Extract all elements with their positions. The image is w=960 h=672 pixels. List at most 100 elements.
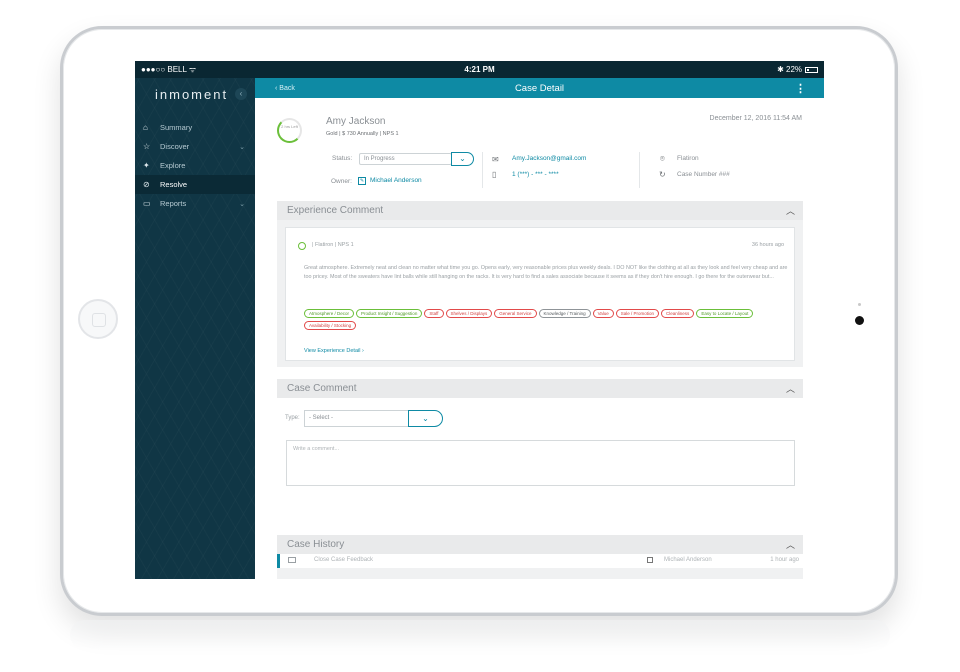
- experience-card: | Flatiron | NPS 1 36 hours ago Great at…: [285, 227, 795, 361]
- comment-textarea[interactable]: Write a comment...: [286, 440, 795, 486]
- time-left-label: 2 hrs Left: [281, 124, 298, 129]
- user-icon: [647, 557, 653, 563]
- folder-icon: ▭: [143, 199, 151, 208]
- history-time: 1 hour ago: [770, 557, 799, 563]
- view-experience-detail-link[interactable]: View Experience Detail ›: [304, 348, 364, 354]
- check-circle-icon: ⊘: [143, 180, 150, 189]
- panel-header[interactable]: Experience Comment ︿: [277, 201, 803, 220]
- chevron-down-icon[interactable]: ⌄: [451, 152, 474, 166]
- carrier-label: ●●●○○ BELL ᯤ: [141, 65, 197, 74]
- tag[interactable]: Atmosphere / Decor: [304, 309, 355, 318]
- tag[interactable]: Sale / Promotion: [615, 309, 660, 318]
- back-button[interactable]: ‹ Back: [275, 85, 295, 92]
- sidebar-item-label: Summary: [160, 123, 193, 132]
- experience-meta: | Flatiron | NPS 1: [312, 242, 354, 248]
- divider: [639, 152, 640, 188]
- tag[interactable]: General Service: [494, 309, 537, 318]
- history-row[interactable]: Close Case Feedback Michael Anderson 1 h…: [277, 554, 803, 568]
- clock: 4:21 PM: [464, 65, 495, 74]
- sidebar-item-resolve[interactable]: ⊘ Resolve: [135, 175, 255, 194]
- comment-icon: [288, 557, 296, 563]
- brand-logo: inmoment: [155, 86, 229, 102]
- customer-email[interactable]: Amy.Jackson@gmail.com: [512, 155, 586, 162]
- more-menu-icon[interactable]: ⋮: [795, 82, 806, 95]
- refresh-icon: ↻: [659, 170, 666, 179]
- divider: [482, 152, 483, 188]
- app-bar: ‹ Back Case Detail ⋮: [255, 78, 824, 98]
- page-title: Case Detail: [514, 82, 565, 94]
- battery-indicator: ✱ 22%: [592, 65, 819, 74]
- case-number: Case Number ###: [677, 171, 730, 178]
- case-comment-body: Type: - Select - ⌄ Write a comment...: [277, 398, 803, 520]
- ipad-sensor: [858, 303, 861, 306]
- phone-icon: ▯: [492, 170, 497, 179]
- owner-label: Owner:: [331, 178, 352, 185]
- experience-time: 36 hours ago: [751, 242, 784, 248]
- panel-title: Case Comment: [287, 383, 357, 394]
- location-text: Flatiron: [677, 155, 699, 162]
- customer-phone[interactable]: 1 (***) - *** - ****: [512, 171, 559, 178]
- chevron-up-icon[interactable]: ︿: [786, 382, 795, 395]
- mail-icon: ✉: [492, 155, 499, 164]
- sidebar-item-reports[interactable]: ▭ Reports ⌄: [135, 194, 255, 213]
- collapse-sidebar-button[interactable]: ‹: [235, 88, 247, 100]
- brand-row: inmoment ‹: [135, 78, 255, 110]
- chevron-up-icon[interactable]: ︿: [786, 538, 795, 551]
- case-comment-panel: Case Comment ︿ Type: - Select - ⌄ Write …: [277, 379, 803, 520]
- tag[interactable]: Product Insight / Suggestion: [356, 309, 423, 318]
- sidebar-item-label: Explore: [160, 161, 186, 170]
- tag[interactable]: Availability / Stocking: [304, 321, 357, 330]
- history-text: Close Case Feedback: [314, 557, 374, 563]
- sidebar-item-label: Discover: [160, 142, 190, 151]
- edit-icon[interactable]: ✎: [358, 177, 366, 185]
- tag[interactable]: Value: [592, 309, 614, 318]
- owner-link[interactable]: Michael Anderson: [370, 177, 422, 184]
- chevron-up-icon[interactable]: ︿: [786, 204, 795, 217]
- chevron-down-icon: ⌄: [239, 143, 245, 151]
- star-icon: ☆: [143, 142, 151, 151]
- customer-meta: Gold | $ 730 Annually | NPS 1: [326, 131, 399, 137]
- sidebar: inmoment ‹ ⌂ Summary ☆ Discover ⌄ ✦ Expl…: [135, 78, 255, 579]
- sidebar-item-explore[interactable]: ✦ Explore: [135, 156, 255, 175]
- panel-title: Case History: [287, 539, 345, 550]
- panel-title: Experience Comment: [287, 205, 384, 216]
- tag-list: Atmosphere / Decor Product Insight / Sug…: [304, 309, 790, 330]
- sidebar-nav: ⌂ Summary ☆ Discover ⌄ ✦ Explore ⊘ Resol…: [135, 118, 255, 213]
- tag[interactable]: Cleanliness: [661, 309, 695, 318]
- panel-header[interactable]: Case History ︿: [277, 535, 803, 554]
- history-user: Michael Anderson: [664, 557, 712, 563]
- home-button[interactable]: [78, 299, 118, 339]
- location-icon: ⌾: [660, 154, 665, 163]
- type-label: Type:: [285, 415, 300, 421]
- main-area: ‹ Back Case Detail ⋮ 2 hrs Left Amy Jack…: [255, 78, 824, 579]
- experience-panel: Experience Comment ︿ | Flatiron | NPS 1 …: [277, 201, 803, 367]
- customer-name: Amy Jackson: [326, 116, 386, 127]
- ipad-camera: [855, 316, 864, 325]
- experience-text: Great atmosphere. Extremely neat and cle…: [304, 265, 788, 280]
- smiley-icon: [298, 242, 306, 250]
- sidebar-item-label: Reports: [160, 199, 187, 208]
- tag[interactable]: Staff: [424, 309, 444, 318]
- screen: ●●●○○ BELL ᯤ 4:21 PM ✱ 22% inmoment ‹ ⌂ …: [135, 61, 824, 579]
- pin-icon: ✦: [143, 161, 150, 170]
- tag[interactable]: Easy to Locate / Layout: [696, 309, 754, 318]
- sidebar-item-summary[interactable]: ⌂ Summary: [135, 118, 255, 137]
- home-icon: ⌂: [143, 123, 148, 132]
- sidebar-item-label: Resolve: [160, 180, 188, 189]
- tag[interactable]: Shelves / Displays: [445, 309, 493, 318]
- type-select[interactable]: - Select -: [304, 410, 409, 427]
- panel-header[interactable]: Case Comment ︿: [277, 379, 803, 398]
- status-label: Status:: [332, 155, 353, 162]
- status-bar: ●●●○○ BELL ᯤ 4:21 PM ✱ 22%: [135, 61, 824, 78]
- tag[interactable]: Knowledge / Training: [538, 309, 591, 318]
- time-left-ring: [277, 118, 302, 143]
- sidebar-item-discover[interactable]: ☆ Discover ⌄: [135, 137, 255, 156]
- case-history-panel: Case History ︿ Close Case Feedback Micha…: [277, 535, 803, 579]
- ipad-reflection: [70, 620, 890, 650]
- chevron-down-icon[interactable]: ⌄: [408, 410, 443, 427]
- status-select[interactable]: In Progress: [359, 153, 452, 165]
- chevron-down-icon: ⌄: [239, 200, 245, 208]
- case-date: December 12, 2016 11:54 AM: [709, 115, 802, 122]
- case-content: 2 hrs Left Amy Jackson Gold | $ 730 Annu…: [255, 98, 824, 579]
- battery-icon: [805, 66, 819, 73]
